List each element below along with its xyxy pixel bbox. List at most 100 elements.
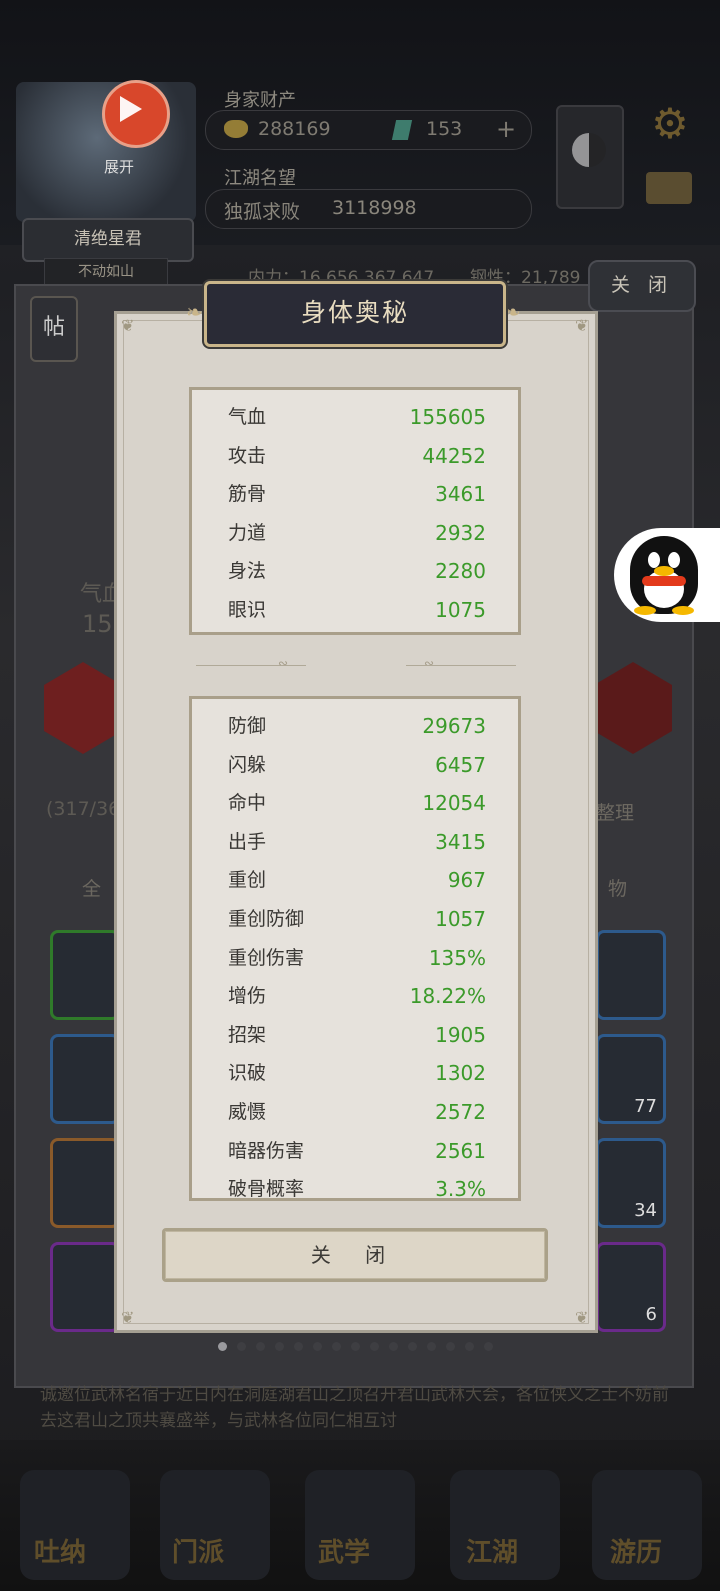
stat-value: 12054	[422, 791, 486, 816]
qq-float-button[interactable]	[614, 528, 720, 622]
stat-row: 筋骨 3461	[228, 475, 486, 513]
stat-value: 2561	[435, 1138, 486, 1163]
inventory-tile[interactable]: 34	[596, 1138, 666, 1228]
gold-amount: 288169	[258, 118, 331, 140]
wealth-label: 身家财产	[224, 90, 296, 111]
corner-ornament-icon: ❦	[575, 1308, 589, 1327]
stat-label: 威慑	[228, 1101, 267, 1123]
gold-icon	[224, 120, 248, 138]
inventory-tile[interactable]	[50, 1034, 120, 1124]
stat-value: 3415	[435, 829, 486, 854]
yin-yang-icon	[572, 133, 606, 167]
page-dot[interactable]	[237, 1342, 246, 1351]
corner-ornament-icon: ❦	[575, 316, 589, 335]
page-dot[interactable]	[332, 1342, 341, 1351]
page-dot[interactable]	[275, 1342, 284, 1351]
stat-row: 重创伤害 135%	[228, 939, 486, 977]
inventory-tile[interactable]	[50, 930, 120, 1020]
invitation-button[interactable]: 帖	[30, 296, 78, 362]
add-currency-button[interactable]: +	[496, 115, 516, 143]
stat-row: 气血 155605	[228, 398, 486, 436]
page-dot[interactable]	[427, 1342, 436, 1351]
stat-label: 破骨概率	[228, 1178, 305, 1201]
stat-value: 44252	[422, 443, 486, 468]
inventory-tile[interactable]: 77	[596, 1034, 666, 1124]
stat-value: 2932	[435, 520, 486, 545]
stat-value: 967	[447, 868, 486, 893]
page-dot[interactable]	[465, 1342, 474, 1351]
fame-label: 江湖名望	[224, 168, 296, 189]
stat-value: 1302	[435, 1061, 486, 1086]
stat-value: 3.3%	[435, 1177, 486, 1201]
stat-row: 身法 2280	[228, 552, 486, 590]
stat-label: 识破	[228, 1062, 267, 1085]
corner-ornament-icon: ❦	[121, 1308, 135, 1327]
title-wing-left-icon: ❧	[186, 300, 203, 324]
inventory-tile[interactable]: 6	[596, 1242, 666, 1332]
stat-value: 1075	[435, 598, 486, 622]
page-dot[interactable]	[408, 1342, 417, 1351]
stat-row: 防御 29673	[228, 707, 486, 745]
page-dot[interactable]	[256, 1342, 265, 1351]
nav-youli-label: 游历	[610, 1538, 663, 1568]
stat-label: 身法	[228, 560, 267, 583]
stat-row: 识破 1302	[228, 1054, 486, 1092]
stat-label: 筋骨	[228, 483, 267, 506]
page-dot[interactable]	[370, 1342, 379, 1351]
nav-menpai-label: 门派	[172, 1538, 225, 1568]
stat-row: 增伤 18.22%	[228, 977, 486, 1015]
page-dot[interactable]	[313, 1342, 322, 1351]
play-icon	[120, 96, 142, 122]
item-count: 6	[645, 1304, 657, 1325]
stat-label: 重创	[228, 869, 267, 892]
stat-row: 破骨概率 3.3%	[228, 1170, 486, 1201]
stat-value: 6457	[435, 752, 486, 777]
stat-label: 招架	[228, 1023, 267, 1046]
stat-value: 1057	[435, 907, 486, 931]
stat-label: 命中	[228, 792, 267, 815]
page-dot[interactable]	[389, 1342, 398, 1351]
inventory-tile[interactable]	[596, 930, 666, 1020]
filter-items-tab[interactable]: 物	[608, 874, 627, 901]
settings-gear-icon[interactable]: ⚙	[648, 102, 692, 146]
stat-label: 重创防御	[228, 908, 305, 930]
stat-value: 3461	[435, 482, 486, 507]
page-dot[interactable]	[351, 1342, 360, 1351]
page-dot[interactable]	[218, 1342, 227, 1351]
stat-row: 重创防御 1057	[228, 900, 486, 938]
item-count: 34	[634, 1200, 657, 1221]
stat-label: 攻击	[228, 444, 267, 467]
taiji-banner[interactable]	[556, 105, 624, 209]
page-dot[interactable]	[294, 1342, 303, 1351]
stat-label: 重创伤害	[228, 946, 305, 969]
stat-label: 眼识	[228, 599, 267, 621]
stat-value: 2280	[435, 559, 486, 584]
stat-row: 命中 12054	[228, 784, 486, 822]
stat-row: 暗器伤害 2561	[228, 1132, 486, 1170]
news-ticker: 诚邀位武林名宿于近日内在洞庭湖君山之顶召开君山武林大会，各位侠义之士不妨前去这君…	[40, 1385, 669, 1431]
filter-all-tab[interactable]: 全	[82, 874, 101, 901]
nav-wuxue-label: 武学	[318, 1538, 371, 1568]
background-close-button[interactable]: 关 闭	[588, 260, 696, 312]
assistant-expand-label[interactable]: 展开	[104, 156, 134, 177]
player-name: 清绝星君	[22, 218, 194, 262]
mail-icon[interactable]	[646, 172, 692, 204]
stat-value: 18.22%	[409, 984, 486, 1009]
stat-row: 攻击 44252	[228, 437, 486, 475]
item-count: 77	[634, 1096, 657, 1117]
corner-ornament-icon: ❦	[121, 316, 135, 335]
dialog-title-plate: 身体奥秘	[204, 281, 506, 347]
sort-button[interactable]: 整理	[596, 798, 634, 825]
stat-row: 出手 3415	[228, 823, 486, 861]
dialog-title: 身体奥秘	[300, 298, 409, 327]
secondary-stats-box[interactable]: 防御 29673 闪躲 6457 命中 12054 出手 3415 重创 967 重创防御 1057 重…	[189, 696, 521, 1201]
inventory-tile[interactable]	[50, 1138, 120, 1228]
section-divider: ∾ ∾	[196, 656, 516, 670]
fame-value: 3118998	[332, 197, 417, 219]
nav-tuna-label: 吐纳	[34, 1538, 87, 1568]
page-dot[interactable]	[484, 1342, 493, 1351]
stat-label: 增伤	[228, 985, 267, 1008]
stat-label: 暗器伤害	[228, 1139, 305, 1162]
inventory-tile[interactable]	[50, 1242, 120, 1332]
page-dot[interactable]	[446, 1342, 455, 1351]
